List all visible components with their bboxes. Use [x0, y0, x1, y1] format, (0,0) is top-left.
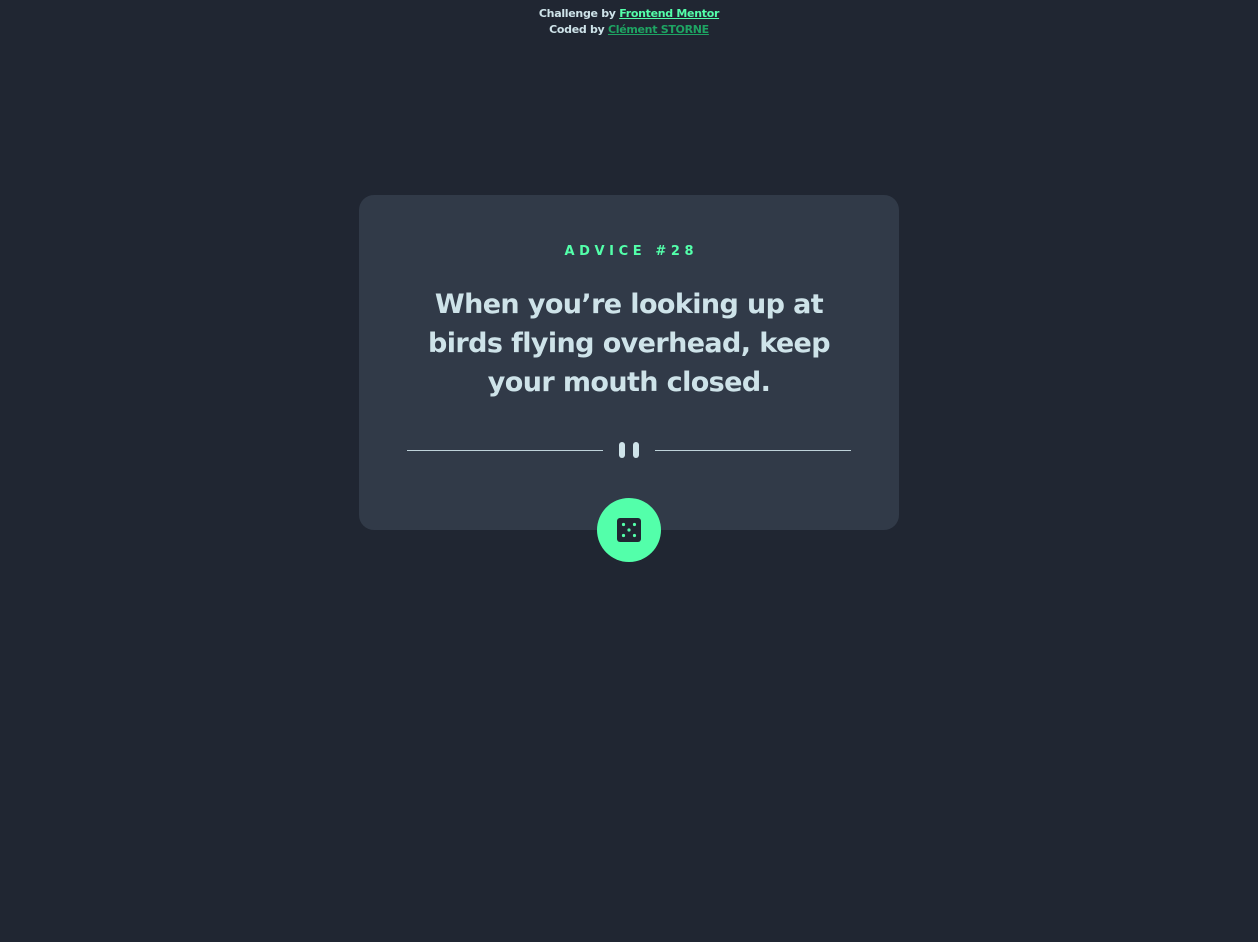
- frontend-mentor-link[interactable]: Frontend Mentor: [619, 7, 719, 20]
- coded-line: Coded by Clément STORNE: [0, 22, 1258, 38]
- dice-icon: [617, 518, 641, 542]
- advice-id: ADVICE #28: [564, 244, 699, 259]
- pause-icon: [619, 442, 639, 458]
- challenge-prefix: Challenge by: [538, 7, 616, 20]
- divider-line-right: [655, 450, 851, 451]
- divider: [407, 442, 851, 458]
- challenge-line: Challenge by Frontend Mentor: [0, 6, 1258, 22]
- new-advice-button[interactable]: [597, 498, 661, 562]
- author-link[interactable]: Clément STORNE: [608, 23, 709, 36]
- attribution: Challenge by Frontend Mentor Coded by Cl…: [0, 6, 1258, 38]
- advice-quote: When you’re looking up at birds flying o…: [428, 289, 831, 398]
- coded-prefix: Coded by: [549, 23, 605, 36]
- advice-card: ADVICE #28 When you’re looking up at bir…: [359, 195, 899, 562]
- divider-line-left: [407, 450, 603, 451]
